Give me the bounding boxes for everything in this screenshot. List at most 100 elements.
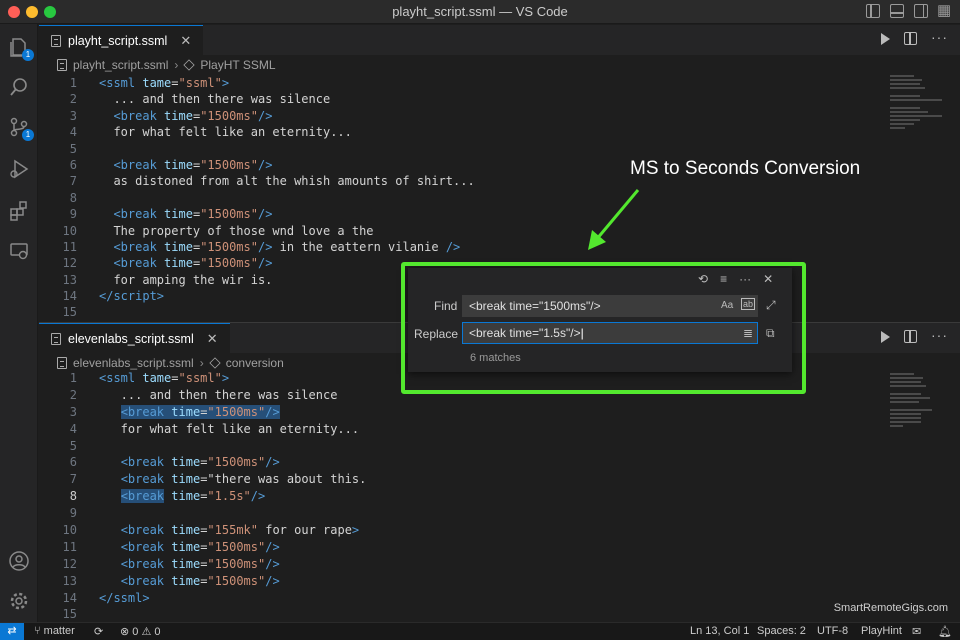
minimap-top[interactable] xyxy=(890,75,942,135)
close-tab-icon[interactable]: ✕ xyxy=(180,33,191,49)
line-number: 6 xyxy=(69,455,77,470)
code-text: <break time="1500ms"/> xyxy=(120,539,280,554)
minimap-bottom[interactable] xyxy=(890,373,942,433)
close-tab-icon[interactable]: ✕ xyxy=(207,331,218,347)
split-editor-icon[interactable] xyxy=(904,32,917,45)
code-text: <break time="1500ms"/> xyxy=(120,556,280,571)
minimap-line xyxy=(890,111,928,113)
tab-bar-top: playht_script.ssml ✕ ··· xyxy=(39,25,960,55)
run-icon[interactable] xyxy=(881,33,890,45)
minimap-line xyxy=(890,87,925,89)
toggle-sidebar-icon[interactable] xyxy=(866,4,880,18)
remote-explorer-icon[interactable] xyxy=(8,240,30,262)
minimap-line xyxy=(890,425,903,427)
minimap-line xyxy=(890,95,920,97)
watermark: SmartRemoteGigs.com xyxy=(833,602,948,614)
line-number: 7 xyxy=(69,472,77,487)
code-text: <ssml tame="ssml"> xyxy=(99,371,230,385)
line-number: 5 xyxy=(69,141,77,156)
explorer-badge: 1 xyxy=(22,49,34,61)
run-icon[interactable] xyxy=(881,331,890,343)
customize-layout-icon[interactable] xyxy=(937,1,952,19)
account-icon[interactable] xyxy=(8,550,30,572)
line-number: 13 xyxy=(62,272,77,287)
line-number: 1 xyxy=(69,371,77,385)
file-icon xyxy=(57,59,67,71)
minimap-line xyxy=(890,119,920,121)
minimap-line xyxy=(890,401,919,403)
feedback-icon[interactable]: ✉ xyxy=(912,625,921,638)
tab-label: elevenlabs_script.ssml xyxy=(68,331,194,346)
code-text: for what felt like an eternity... xyxy=(99,421,360,436)
more-actions-icon[interactable]: ··· xyxy=(931,29,948,45)
search-icon[interactable] xyxy=(8,76,30,98)
minimap-line xyxy=(890,381,921,383)
remote-indicator-icon[interactable]: ⇄ xyxy=(0,623,24,640)
toggle-panel-icon[interactable] xyxy=(890,4,904,18)
line-number: 7 xyxy=(69,174,77,189)
title-bar: playht_script.ssml — VS Code xyxy=(0,0,960,24)
code-text: The property of those wnd love a the xyxy=(99,223,374,238)
annotation-arrow-icon xyxy=(588,189,640,250)
settings-gear-icon[interactable] xyxy=(8,590,30,612)
line-number: 3 xyxy=(69,404,77,419)
more-actions-icon[interactable]: ··· xyxy=(931,327,948,343)
code-text: <break time="1500ms"/> xyxy=(120,404,280,419)
minimap-line xyxy=(890,409,932,411)
toggle-secondary-sidebar-icon[interactable] xyxy=(914,4,928,18)
minimap-line xyxy=(890,79,922,81)
notifications-icon[interactable]: 🔔︎ xyxy=(938,625,952,638)
line-number: 8 xyxy=(69,190,77,205)
source-control-icon[interactable]: 1 xyxy=(8,116,34,141)
line-number: 4 xyxy=(69,125,77,140)
split-editor-icon[interactable] xyxy=(904,330,917,343)
line-number: 3 xyxy=(69,108,77,123)
minimap-line xyxy=(890,421,921,423)
minimap-line xyxy=(890,75,914,77)
minimap-line xyxy=(890,107,920,109)
code-text: <break time="1500ms"/> xyxy=(113,157,273,172)
explorer-icon[interactable]: 1 xyxy=(8,36,34,61)
breadcrumb-file[interactable]: elevenlabs_script.ssml xyxy=(73,356,194,370)
code-text: ... and then there was silence xyxy=(99,387,338,402)
activity-bar: 1 1 xyxy=(0,24,38,622)
code-text: <break time="1500ms"/> xyxy=(120,455,280,470)
line-number: 2 xyxy=(69,387,77,402)
indentation[interactable]: Spaces: 2 xyxy=(757,625,806,637)
branch-indicator[interactable]: ⑂ matter xyxy=(34,625,75,637)
line-number: 12 xyxy=(62,256,77,271)
line-number: 14 xyxy=(62,289,77,304)
code-text: <break time="1500ms"/> xyxy=(113,207,273,222)
code-text: <break time="1.5s"/> xyxy=(120,489,266,504)
run-debug-icon[interactable] xyxy=(8,158,30,180)
extensions-icon[interactable] xyxy=(8,200,30,222)
highlight-box xyxy=(401,262,806,394)
tab-elevenlabs-script[interactable]: elevenlabs_script.ssml ✕ xyxy=(39,323,230,353)
line-number: 4 xyxy=(69,421,77,436)
code-text: <break time="1500ms"/> xyxy=(120,573,280,588)
code-text: <break time="155mk" for our rape> xyxy=(120,523,360,538)
sync-icon[interactable]: ⟳ xyxy=(94,625,103,638)
tab-playht-script[interactable]: playht_script.ssml ✕ xyxy=(39,25,204,55)
code-text: </script> xyxy=(99,289,165,304)
breadcrumb: playht_script.ssml › PlayHT SSML xyxy=(57,57,276,73)
file-icon xyxy=(57,357,67,369)
breadcrumb-symbol[interactable]: PlayHT SSML xyxy=(200,58,275,72)
tab-label: playht_script.ssml xyxy=(68,33,168,48)
minimap-line xyxy=(890,417,921,419)
line-number: 6 xyxy=(69,157,77,172)
breadcrumb: elevenlabs_script.ssml › conversion xyxy=(57,355,284,371)
line-number: 1 xyxy=(69,76,77,90)
problems-indicator[interactable]: ⊗ 0 ⚠ 0 xyxy=(120,625,161,638)
breadcrumb-file[interactable]: playht_script.ssml xyxy=(73,58,168,72)
chevron-right-icon: › xyxy=(174,58,179,72)
breadcrumb-symbol[interactable]: conversion xyxy=(226,356,284,370)
cursor-position[interactable]: Ln 13, Col 1 xyxy=(690,625,749,637)
language-mode[interactable]: PlayHint xyxy=(861,625,902,637)
code-text: as distoned from alt the whish amounts o… xyxy=(99,174,475,189)
encoding[interactable]: UTF-8 xyxy=(817,625,848,637)
code-text: <break time="1500ms"/> in the eattern vi… xyxy=(113,239,461,254)
line-number: 12 xyxy=(62,556,77,571)
minimap-line xyxy=(890,393,921,395)
minimap-line xyxy=(890,83,920,85)
